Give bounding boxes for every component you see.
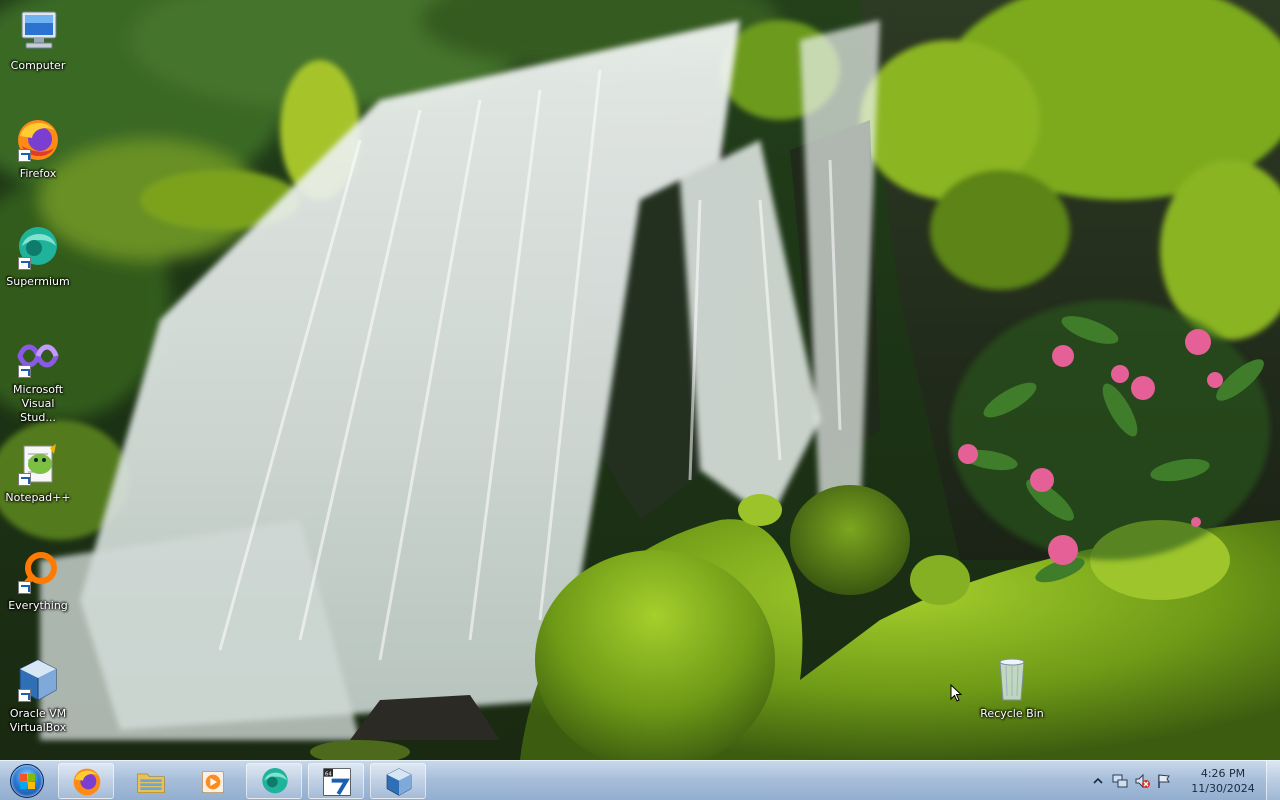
recycle-bin-icon (988, 656, 1036, 704)
shortcut-arrow-icon (18, 473, 31, 486)
desktop-icon-label: Supermium (6, 275, 70, 288)
supermium-icon (14, 224, 62, 272)
desktop-icon-label: Notepad++ (5, 491, 71, 504)
folder-explorer-icon (137, 773, 165, 793)
taskbar-button-7zip[interactable]: 64 (308, 763, 364, 799)
shortcut-arrow-icon (18, 149, 31, 162)
desktop-icon-firefox[interactable]: Firefox (0, 116, 76, 181)
desktop-icon-label: Recycle Bin (980, 707, 1044, 720)
taskbar-button-firefox[interactable] (58, 763, 114, 799)
taskbar-button-explorer[interactable] (122, 763, 178, 799)
mouse-cursor-icon (950, 684, 962, 702)
desktop-icon-label: Firefox (19, 167, 57, 180)
desktop-icon-computer[interactable]: Computer (0, 8, 76, 73)
desktop-icon-notepad-plus-plus[interactable]: Notepad++ (0, 440, 76, 505)
shortcut-arrow-icon (18, 689, 31, 702)
desktop-icon-everything[interactable]: Everything (0, 548, 76, 613)
taskbar: 64 4:26 PM 11/30/2024 (0, 760, 1280, 800)
svg-text:64: 64 (325, 771, 332, 777)
desktop-icon-virtualbox[interactable]: Oracle VM VirtualBox (0, 656, 76, 735)
desktop-icon-visual-studio[interactable]: Microsoft Visual Stud... (0, 332, 76, 425)
notepad-plus-plus-icon (14, 440, 62, 488)
shortcut-arrow-icon (18, 365, 31, 378)
taskbar-button-media-player[interactable] (184, 763, 240, 799)
firefox-icon (73, 768, 101, 796)
media-player-icon (202, 771, 224, 793)
desktop-icon-label: Oracle VM VirtualBox (9, 707, 67, 734)
everything-search-icon (14, 548, 62, 596)
notification-area: 4:26 PM 11/30/2024 (1090, 761, 1280, 800)
desktop-icon-label: Everything (8, 599, 68, 612)
network-icon[interactable] (1112, 773, 1128, 789)
seven-zip-icon: 64 (323, 768, 351, 796)
action-center-flag-icon[interactable] (1156, 773, 1172, 789)
volume-muted-icon[interactable] (1134, 773, 1150, 789)
desktop-icon-label: Microsoft Visual Stud... (12, 383, 64, 424)
shortcut-arrow-icon (18, 257, 31, 270)
desktop-wallpaper (0, 0, 1280, 760)
taskbar-button-virtualbox[interactable] (370, 763, 426, 799)
virtualbox-icon (14, 656, 62, 704)
clock-date: 11/30/2024 (1191, 782, 1255, 795)
desktop-icon-label: Computer (10, 59, 66, 72)
firefox-icon (14, 116, 62, 164)
computer-icon (14, 8, 62, 56)
windows-start-orb-icon (10, 764, 44, 798)
desktop-icon-recycle-bin[interactable]: Recycle Bin (974, 656, 1050, 721)
supermium-icon (262, 768, 288, 794)
shortcut-arrow-icon (18, 581, 31, 594)
chevron-up-icon[interactable] (1090, 773, 1106, 789)
show-desktop-button[interactable] (1266, 761, 1280, 800)
visual-studio-icon (14, 332, 62, 380)
start-button[interactable] (4, 763, 50, 799)
taskbar-button-supermium[interactable] (246, 763, 302, 799)
desktop-icon-supermium[interactable]: Supermium (0, 224, 76, 289)
system-clock[interactable]: 4:26 PM 11/30/2024 (1188, 766, 1258, 796)
clock-time: 4:26 PM (1200, 767, 1246, 780)
virtualbox-icon (386, 768, 412, 796)
